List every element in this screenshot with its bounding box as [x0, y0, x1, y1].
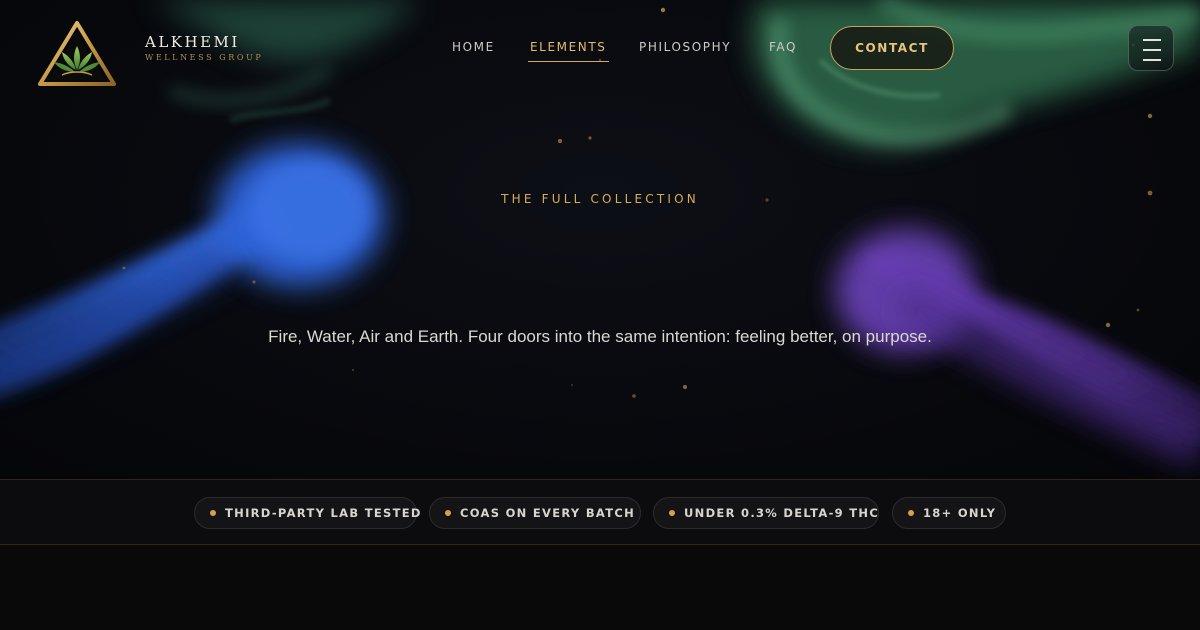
gold-dot-icon	[908, 510, 914, 516]
nav-item-philosophy[interactable]: PHILOSOPHY	[639, 40, 731, 54]
trust-badge: 18+ ONLY	[892, 497, 1006, 529]
nav-active-underline	[528, 61, 609, 62]
nav-item-faq[interactable]: FAQ	[769, 40, 797, 54]
menu-bar-middle	[1143, 49, 1161, 51]
trust-badge-label: 18+ ONLY	[923, 506, 997, 520]
gold-dot-icon	[445, 510, 451, 516]
menu-bar-top	[1143, 39, 1161, 41]
triangle-lotus-logo-icon[interactable]	[36, 20, 118, 88]
blue-smoke	[0, 143, 385, 394]
site-header: ALKHEMI WELLNESS GROUP HOME ELEMENTS PHI…	[0, 0, 1200, 100]
brand-subtitle: WELLNESS GROUP	[145, 53, 264, 62]
trust-badge-label: COAS ON EVERY BATCH	[460, 506, 636, 520]
hero-eyebrow: THE FULL COLLECTION	[501, 192, 699, 206]
contact-button[interactable]: CONTACT	[830, 26, 954, 70]
menu-bar-bottom	[1143, 59, 1161, 61]
hamburger-menu-icon[interactable]	[1128, 25, 1174, 71]
trust-badge-label: THIRD-PARTY LAB TESTED	[225, 506, 422, 520]
gold-dot-icon	[210, 510, 216, 516]
trust-badge-bar: THIRD-PARTY LAB TESTED COAS ON EVERY BAT…	[0, 479, 1200, 545]
page-bottom-area	[0, 545, 1200, 630]
trust-badge: THIRD-PARTY LAB TESTED	[194, 497, 420, 529]
trust-badge-label: UNDER 0.3% DELTA-9 THC	[684, 506, 880, 520]
nav-item-elements[interactable]: ELEMENTS	[530, 40, 607, 54]
gold-dot-icon	[669, 510, 675, 516]
trust-badge: UNDER 0.3% DELTA-9 THC	[653, 497, 879, 529]
nav-item-home[interactable]: HOME	[452, 40, 495, 54]
trust-badge: COAS ON EVERY BATCH	[429, 497, 641, 529]
brand-name[interactable]: ALKHEMI	[145, 33, 240, 51]
hero-tagline: Fire, Water, Air and Earth. Four doors i…	[268, 327, 932, 346]
